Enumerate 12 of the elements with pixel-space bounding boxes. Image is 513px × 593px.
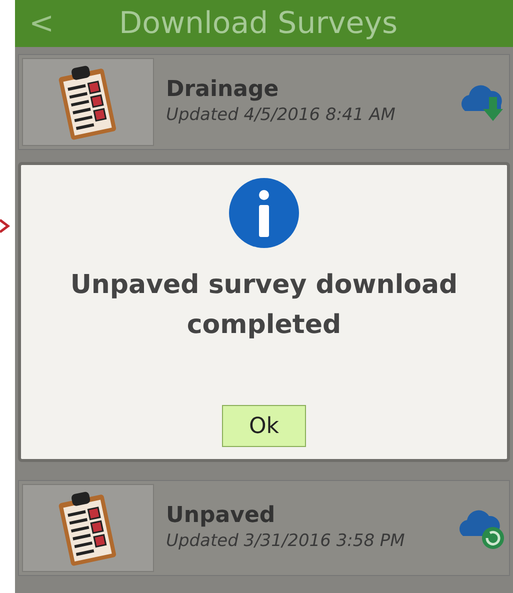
- header-title: Download Surveys: [119, 5, 398, 43]
- updated-time: Updated 4/5/2016 8:41 AM: [166, 104, 396, 127]
- updated-time: Updated 3/31/2016 3:58 PM: [166, 530, 406, 553]
- survey-item[interactable]: Unpaved Updated 3/31/2016 3:58 PM: [18, 480, 510, 576]
- survey-item[interactable]: Drainage Updated 4/5/2016 8:41 AM: [18, 54, 510, 150]
- ok-button[interactable]: Ok: [222, 405, 306, 447]
- info-icon: [228, 177, 300, 249]
- back-button[interactable]: <: [29, 8, 79, 38]
- arrow-pointer-icon: [0, 218, 10, 234]
- survey-name: Unpaved: [166, 502, 276, 529]
- survey-name: Drainage: [166, 76, 280, 103]
- dialog-message: Unpaved survey download completed: [69, 269, 459, 342]
